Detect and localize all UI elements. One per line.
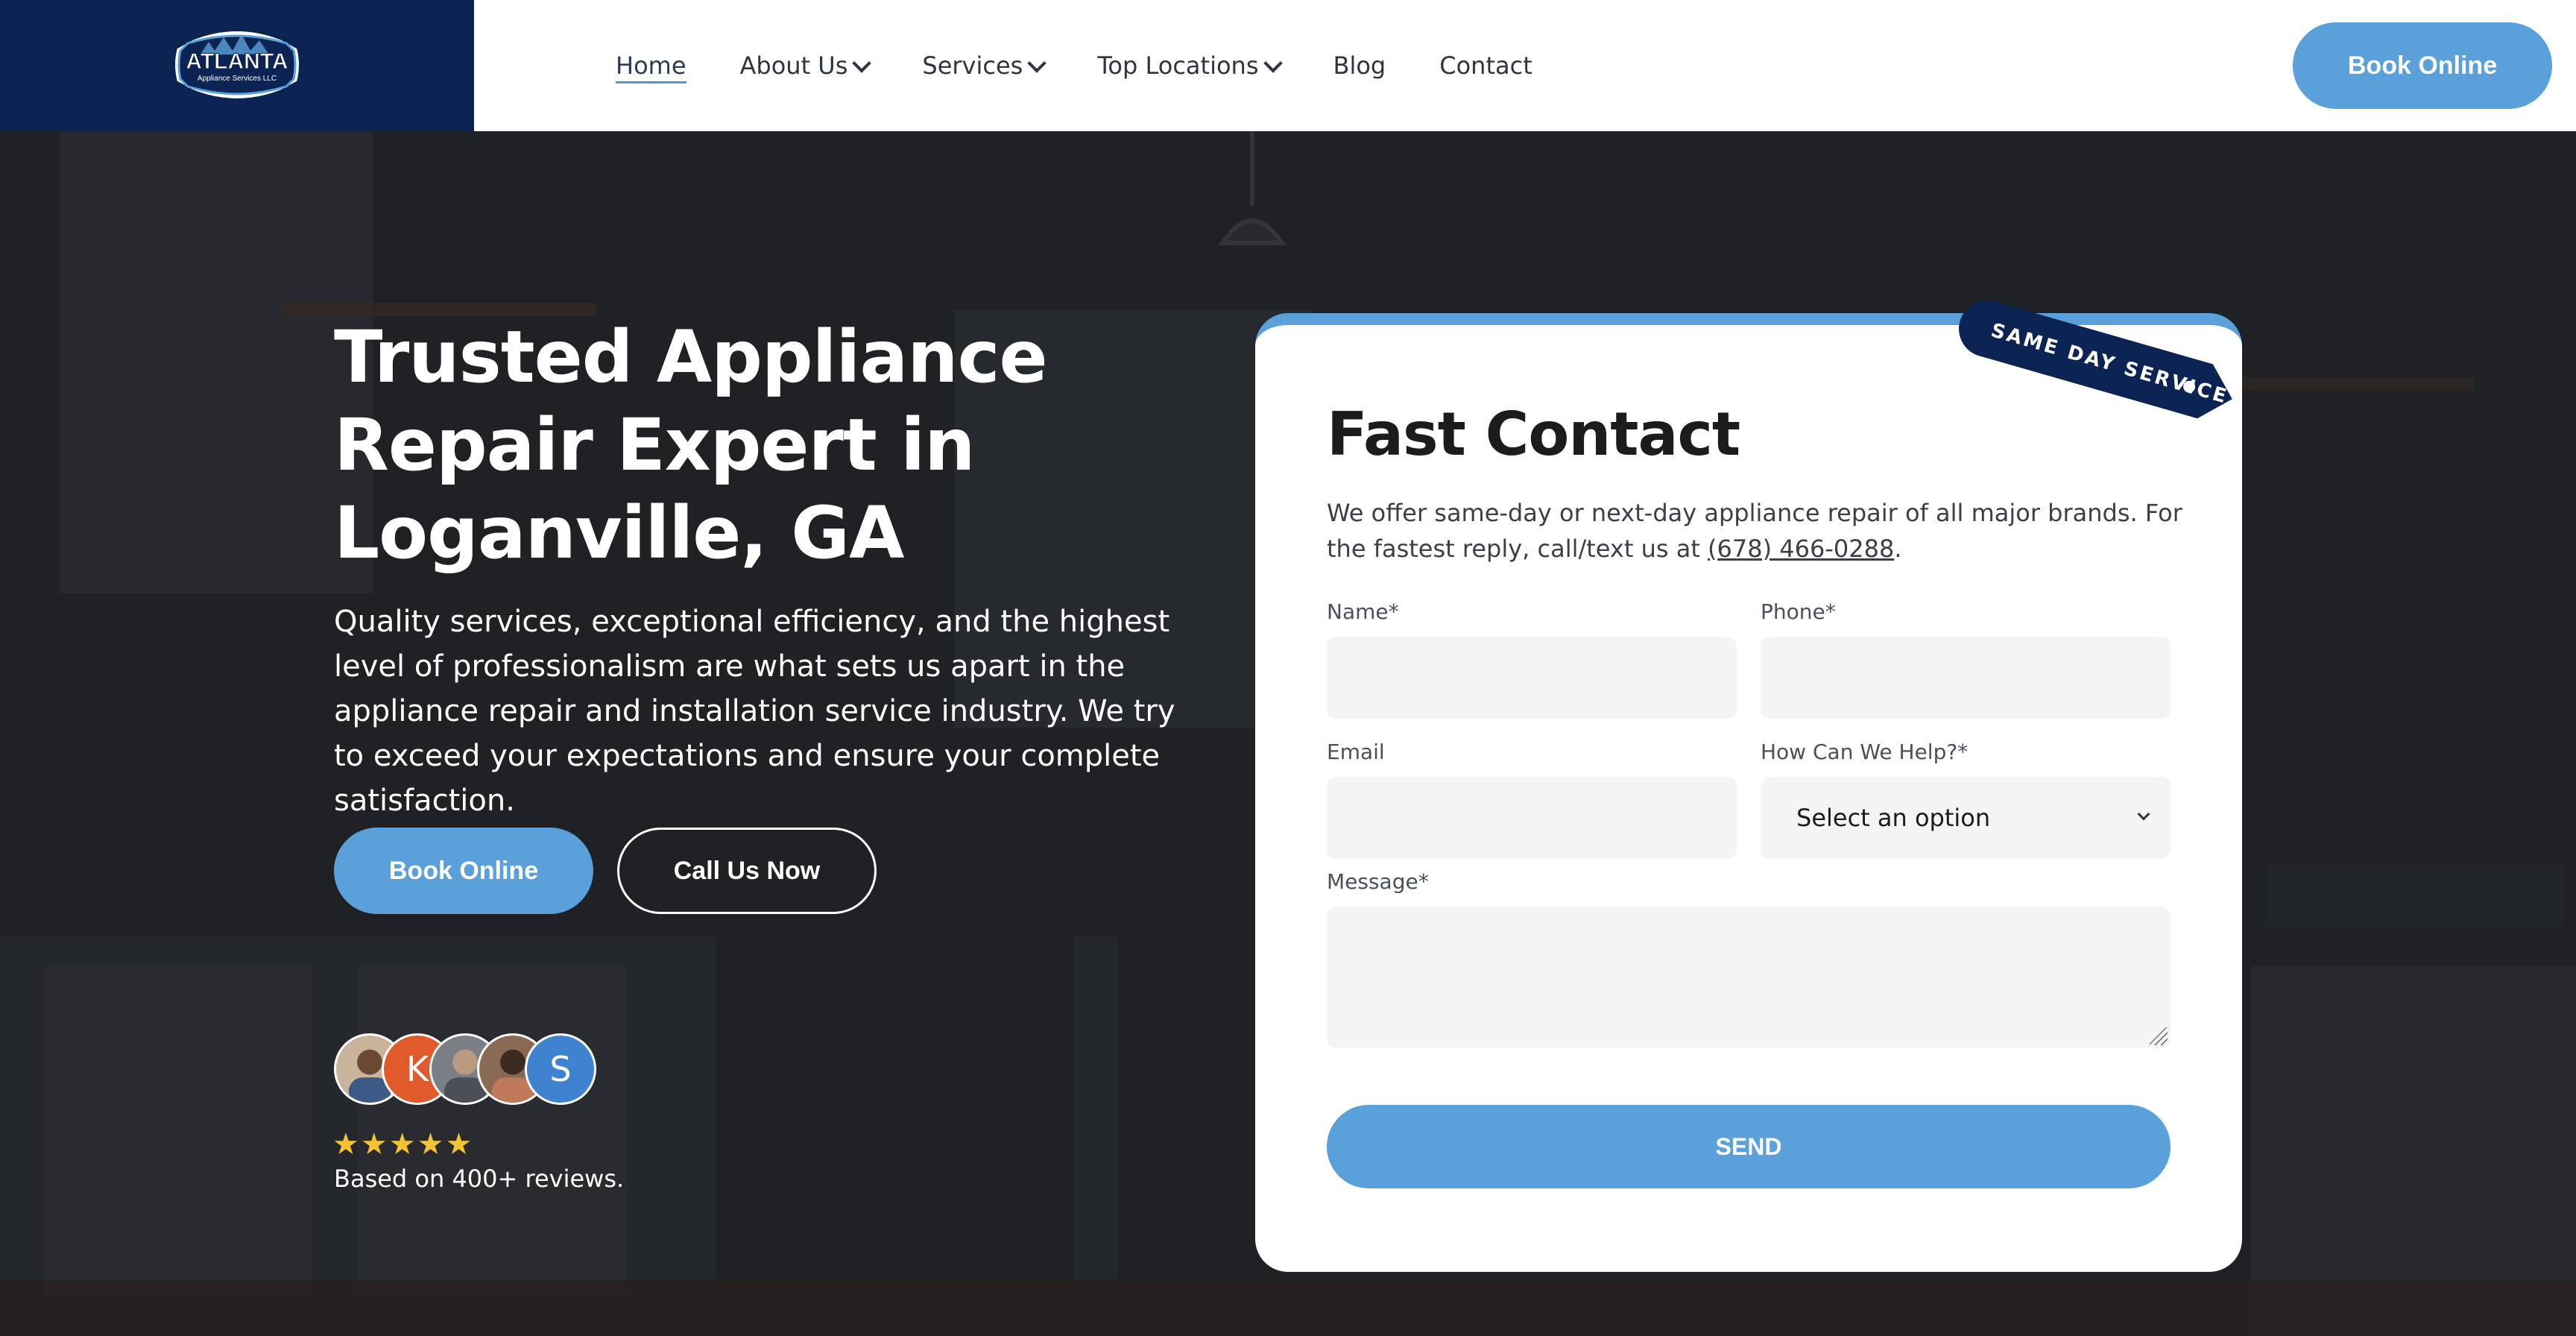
chevron-down-icon: [1027, 54, 1047, 73]
message-label: Message*: [1327, 869, 1429, 894]
call-us-now-button[interactable]: Call Us Now: [617, 828, 877, 914]
avatar-initial: K: [405, 1049, 429, 1089]
email-field[interactable]: [1327, 777, 1737, 859]
nav-blog-label: Blog: [1333, 51, 1386, 80]
chevron-down-icon: [852, 54, 872, 73]
name-label: Name*: [1327, 599, 1399, 624]
hero-title: Trusted Appliance Repair Expert in Logan…: [334, 315, 1048, 575]
avatar-initial: S: [549, 1049, 572, 1089]
chevron-down-icon: [1263, 54, 1283, 73]
help-select[interactable]: Select an option: [1761, 777, 2171, 859]
phone-field[interactable]: [1761, 637, 2171, 719]
message-field[interactable]: [1327, 907, 2171, 1048]
logo-subtext: Appliance Services LLC: [198, 75, 277, 83]
site-header: ATLANTA Appliance Services LLC Home Abou…: [0, 0, 2576, 131]
hero-book-online-button[interactable]: Book Online: [334, 828, 593, 914]
rating-stars: ★★★★★: [332, 1127, 474, 1162]
chevron-down-icon: [2137, 807, 2150, 821]
nav-blog[interactable]: Blog: [1333, 43, 1386, 88]
logo-text: ATLANTA: [186, 49, 288, 74]
resize-handle-icon[interactable]: [2150, 1027, 2168, 1045]
nav-about-us[interactable]: About Us: [739, 43, 872, 88]
send-button[interactable]: SEND: [1327, 1105, 2171, 1188]
nav-about-us-label: About Us: [739, 51, 848, 80]
form-desc-suffix: .: [1894, 535, 1902, 563]
nav-services[interactable]: Services: [922, 43, 1047, 88]
phone-label: Phone*: [1761, 599, 1836, 624]
reviews-count: Based on 400+ reviews.: [334, 1165, 625, 1193]
nav-top-locations-label: Top Locations: [1097, 51, 1259, 80]
phone-link[interactable]: (678) 466-0288: [1708, 535, 1894, 563]
form-title: Fast Contact: [1327, 400, 1740, 469]
email-label: Email: [1327, 740, 1385, 764]
form-description: We offer same-day or next-day appliance …: [1327, 495, 2184, 567]
nav-home-label: Home: [616, 51, 686, 80]
nav-contact[interactable]: Contact: [1439, 43, 1532, 88]
header-book-online-button[interactable]: Book Online: [2293, 22, 2552, 109]
nav-contact-label: Contact: [1439, 51, 1532, 80]
company-logo[interactable]: ATLANTA Appliance Services LLC: [170, 25, 304, 104]
logo-area: ATLANTA Appliance Services LLC: [0, 0, 474, 131]
main-nav: Home About Us Services Top Locations Blo…: [616, 0, 1586, 131]
hero-subtitle: Quality services, exceptional efficiency…: [334, 605, 1175, 818]
help-label: How Can We Help?*: [1761, 740, 1969, 764]
help-select-value: Select an option: [1796, 804, 1991, 832]
fast-contact-form: Fast Contact We offer same-day or next-d…: [1255, 313, 2242, 1272]
nav-services-label: Services: [922, 51, 1023, 80]
reviewer-avatars: K S: [334, 1033, 602, 1105]
nav-top-locations[interactable]: Top Locations: [1097, 43, 1283, 88]
avatar: S: [525, 1033, 596, 1105]
nav-home[interactable]: Home: [616, 43, 686, 88]
name-field[interactable]: [1327, 637, 1737, 719]
